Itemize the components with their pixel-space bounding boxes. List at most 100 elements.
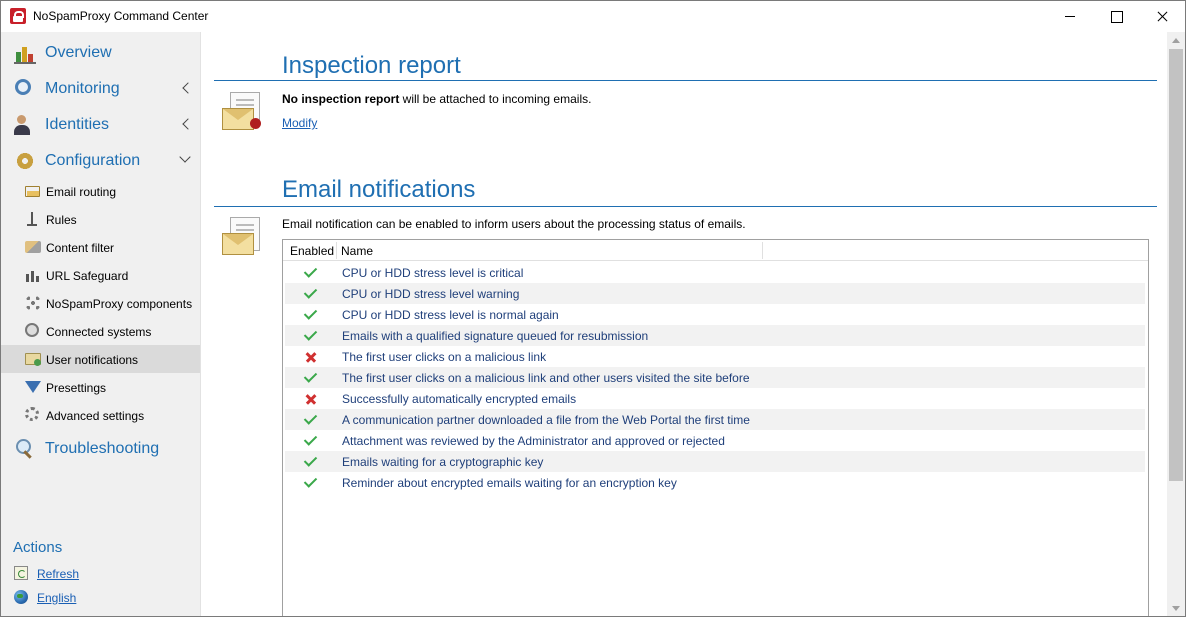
inspection-report-description: No inspection report will be attached to…: [282, 92, 591, 106]
email-notifications-title: Email notifications: [282, 176, 476, 203]
window-title: NoSpamProxy Command Center: [33, 9, 209, 23]
notification-name: Reminder about encrypted emails waiting …: [342, 476, 677, 490]
column-header-name[interactable]: Name: [341, 244, 373, 258]
section-divider: [214, 80, 1157, 81]
actions-panel: Actions Refresh English: [1, 522, 200, 616]
table-row[interactable]: A communication partner downloaded a fil…: [285, 409, 1145, 430]
nav-overview[interactable]: Overview: [1, 34, 200, 70]
cross-icon: [305, 393, 317, 405]
checkmark-icon: [303, 474, 318, 488]
nav-configuration[interactable]: Configuration: [1, 142, 200, 178]
nav-configuration-label: Configuration: [45, 152, 141, 169]
checkmark-icon: [303, 453, 318, 467]
nav-monitoring[interactable]: Monitoring: [1, 70, 200, 106]
troubleshooting-icon: [14, 438, 36, 460]
content-filter-icon: [25, 241, 41, 253]
notification-name: CPU or HDD stress level is normal again: [342, 308, 559, 322]
nav-troubleshooting[interactable]: Troubleshooting: [1, 430, 200, 466]
table-header: Enabled Name: [283, 240, 1148, 261]
table-row[interactable]: The first user clicks on a malicious lin…: [285, 367, 1145, 388]
scroll-up-icon[interactable]: [1172, 38, 1180, 43]
maximize-button[interactable]: [1093, 1, 1139, 32]
app-window: NoSpamProxy Command Center Overview Moni…: [0, 0, 1186, 617]
sidebar-item-components[interactable]: NoSpamProxy components: [1, 289, 200, 317]
notifications-table: Enabled Name CPU or HDD stress level is …: [282, 239, 1149, 616]
notification-name: CPU or HDD stress level warning: [342, 287, 520, 301]
email-routing-icon: [25, 186, 40, 197]
app-lock-icon: [10, 8, 26, 24]
notification-name: Successfully automatically encrypted ema…: [342, 392, 577, 406]
actions-title: Actions: [13, 539, 63, 556]
table-row[interactable]: Reminder about encrypted emails waiting …: [285, 472, 1145, 493]
rules-icon: [25, 211, 41, 227]
advanced-settings-icon: [25, 407, 39, 421]
sidebar: Overview Monitoring Identities Configura…: [1, 32, 201, 616]
nav-monitoring-label: Monitoring: [45, 80, 120, 97]
checkmark-icon: [303, 369, 318, 383]
table-row[interactable]: CPU or HDD stress level warning: [285, 283, 1145, 304]
table-row[interactable]: Emails waiting for a cryptographic key: [285, 451, 1145, 472]
notification-name: The first user clicks on a malicious lin…: [342, 371, 750, 385]
sidebar-item-label: Presettings: [46, 381, 107, 395]
inspection-report-status: No inspection report: [282, 92, 400, 106]
sidebar-item-label: URL Safeguard: [46, 269, 129, 283]
checkmark-icon: [303, 264, 318, 278]
nav-overview-label: Overview: [45, 44, 112, 61]
monitoring-icon: [15, 79, 31, 95]
table-row[interactable]: Emails with a qualified signature queued…: [285, 325, 1145, 346]
email-notifications-icon: [222, 217, 268, 261]
table-row[interactable]: The first user clicks on a malicious lin…: [285, 346, 1145, 367]
notification-name: Attachment was reviewed by the Administr…: [342, 434, 725, 448]
modify-link[interactable]: Modify: [282, 116, 317, 130]
chevron-left-icon: [182, 82, 194, 94]
column-divider[interactable]: [336, 242, 337, 259]
globe-icon[interactable]: [14, 590, 28, 604]
user-notifications-icon: [25, 353, 41, 366]
column-header-enabled[interactable]: Enabled: [290, 244, 334, 258]
table-row[interactable]: Successfully automatically encrypted ema…: [285, 388, 1145, 409]
chevron-down-icon: [179, 151, 191, 163]
inspection-report-icon: [222, 92, 268, 136]
title-bar: NoSpamProxy Command Center: [1, 1, 1185, 32]
sidebar-item-label: Content filter: [46, 241, 115, 255]
section-divider: [214, 206, 1157, 207]
sidebar-item-rules[interactable]: Rules: [1, 205, 200, 233]
table-row[interactable]: CPU or HDD stress level is critical: [285, 262, 1145, 283]
presettings-icon: [25, 381, 41, 393]
refresh-icon[interactable]: [14, 566, 28, 580]
sidebar-item-content-filter[interactable]: Content filter: [1, 233, 200, 261]
connected-systems-icon: [25, 323, 39, 337]
sidebar-item-presettings[interactable]: Presettings: [1, 373, 200, 401]
url-safeguard-icon: [25, 267, 41, 283]
inspection-report-title: Inspection report: [282, 52, 461, 79]
email-notifications-description: Email notification can be enabled to inf…: [282, 217, 746, 231]
sidebar-item-email-routing[interactable]: Email routing: [1, 177, 200, 205]
nav-identities-label: Identities: [45, 116, 110, 133]
sidebar-item-advanced-settings[interactable]: Advanced settings: [1, 401, 200, 429]
notification-name: The first user clicks on a malicious lin…: [342, 350, 547, 364]
configuration-icon: [14, 150, 36, 172]
minimize-button[interactable]: [1047, 1, 1093, 32]
main-content: Inspection report No inspection report w…: [202, 32, 1167, 616]
vertical-scrollbar[interactable]: [1167, 32, 1185, 616]
close-button[interactable]: [1139, 1, 1185, 32]
sidebar-item-label: Email routing: [46, 185, 117, 199]
nav-troubleshooting-label: Troubleshooting: [45, 440, 160, 457]
sidebar-item-label: NoSpamProxy components: [46, 297, 193, 311]
refresh-link[interactable]: Refresh: [37, 567, 79, 581]
column-divider[interactable]: [762, 242, 763, 259]
checkmark-icon: [303, 327, 318, 341]
nav-identities[interactable]: Identities: [1, 106, 200, 142]
table-row[interactable]: Attachment was reviewed by the Administr…: [285, 430, 1145, 451]
english-link[interactable]: English: [37, 591, 76, 605]
sidebar-item-connected-systems[interactable]: Connected systems: [1, 317, 200, 345]
identities-icon: [14, 114, 36, 136]
scroll-down-icon[interactable]: [1172, 606, 1180, 611]
scroll-thumb[interactable]: [1169, 49, 1183, 481]
sidebar-item-user-notifications[interactable]: User notifications: [1, 345, 200, 373]
sidebar-item-url-safeguard[interactable]: URL Safeguard: [1, 261, 200, 289]
cross-icon: [305, 351, 317, 363]
sidebar-item-label: Rules: [46, 213, 77, 227]
table-row[interactable]: CPU or HDD stress level is normal again: [285, 304, 1145, 325]
checkmark-icon: [303, 411, 318, 425]
